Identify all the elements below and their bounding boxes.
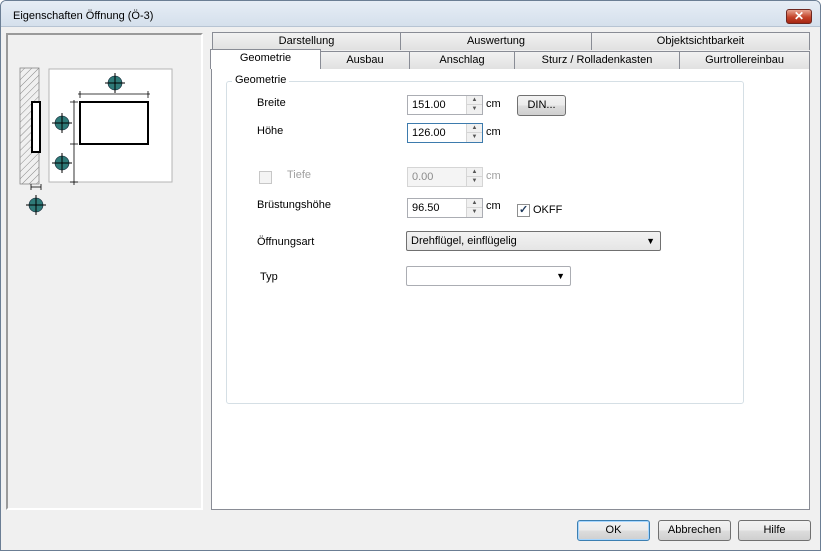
tab-auswertung[interactable]: Auswertung <box>400 32 592 50</box>
abbrechen-button[interactable]: Abbrechen <box>658 520 731 541</box>
spin-down-icon[interactable]: ▼ <box>467 105 482 114</box>
oeffnungsart-value[interactable]: Drehflügel, einflügelig <box>411 235 517 247</box>
window-title: Eigenschaften Öffnung (Ö-3) <box>13 10 154 22</box>
spin-up-icon[interactable]: ▲ <box>467 96 482 105</box>
bruestungshoehe-spinbox[interactable]: 96.50 ▲ ▼ <box>407 198 483 218</box>
okff-checkbox[interactable]: ✓ <box>517 204 530 217</box>
close-icon: ✕ <box>793 9 805 23</box>
tab-anschlag[interactable]: Anschlag <box>409 51 515 69</box>
hilfe-button[interactable]: Hilfe <box>738 520 811 541</box>
spin-up-icon[interactable]: ▲ <box>467 124 482 133</box>
close-button[interactable]: ✕ <box>786 9 812 24</box>
tab-objektsichtbarkeit[interactable]: Objektsichtbarkeit <box>591 32 810 50</box>
geometrie-group-title: Geometrie <box>232 74 290 86</box>
breite-label: Breite <box>257 97 286 109</box>
hoehe-spinbox[interactable]: 126.00 ▲ ▼ <box>407 123 483 143</box>
okff-label: OKFF <box>533 204 563 216</box>
wall-opening <box>31 101 41 153</box>
title-bar: Eigenschaften Öffnung (Ö-3) ✕ <box>1 1 820 27</box>
tab-geometrie[interactable]: Geometrie <box>210 49 321 69</box>
chevron-down-icon[interactable]: ▼ <box>556 271 565 281</box>
ok-button[interactable]: OK <box>577 520 650 541</box>
spin-up-icon[interactable]: ▲ <box>467 168 482 177</box>
hoehe-unit: cm <box>486 126 501 138</box>
spin-up-icon[interactable]: ▲ <box>467 199 482 208</box>
hoehe-label: Höhe <box>257 125 284 137</box>
spin-down-icon[interactable]: ▼ <box>467 208 482 217</box>
depth-reference-icon <box>25 194 47 216</box>
tab-gurtrollereinbau[interactable]: Gurtrollereinbau <box>679 51 810 69</box>
bruestungshoehe-unit: cm <box>486 200 501 212</box>
window-outline <box>79 101 149 145</box>
tiefe-spinbox[interactable]: 0.00 ▲ ▼ <box>407 167 483 187</box>
opening-preview-drawing <box>19 67 173 216</box>
hoehe-spin-arrows[interactable]: ▲ ▼ <box>466 124 482 142</box>
opening-preview-panel <box>6 33 203 510</box>
tiefe-unit: cm <box>486 170 501 182</box>
tiefe-spin-arrows[interactable]: ▲ ▼ <box>466 168 482 186</box>
tiefe-value[interactable]: 0.00 <box>412 171 433 183</box>
bruestungshoehe-label: Brüstungshöhe <box>257 199 331 211</box>
dialog-window: Eigenschaften Öffnung (Ö-3) ✕ Darstellun… <box>0 0 821 551</box>
breite-unit: cm <box>486 98 501 110</box>
bruestungshoehe-spin-arrows[interactable]: ▲ ▼ <box>466 199 482 217</box>
spin-down-icon[interactable]: ▼ <box>467 177 482 186</box>
chevron-down-icon[interactable]: ▼ <box>646 236 655 246</box>
checkmark-icon: ✓ <box>519 204 529 216</box>
spin-down-icon[interactable]: ▼ <box>467 133 482 142</box>
tab-darstellung[interactable]: Darstellung <box>212 32 401 50</box>
breite-spin-arrows[interactable]: ▲ ▼ <box>466 96 482 114</box>
oeffnungsart-dropdown[interactable]: Drehflügel, einflügelig ▼ <box>406 231 661 251</box>
tab-ausbau[interactable]: Ausbau <box>320 51 410 69</box>
hoehe-value[interactable]: 126.00 <box>412 127 446 139</box>
tiefe-checkbox[interactable] <box>259 171 272 184</box>
typ-dropdown[interactable]: ▼ <box>406 266 571 286</box>
tiefe-label: Tiefe <box>287 169 312 181</box>
din-button[interactable]: DIN... <box>517 95 566 116</box>
breite-spinbox[interactable]: 151.00 ▲ ▼ <box>407 95 483 115</box>
tab-sturz-rolladenkasten[interactable]: Sturz / Rolladenkasten <box>514 51 680 69</box>
bruestungshoehe-value[interactable]: 96.50 <box>412 202 440 214</box>
typ-label: Typ <box>260 271 278 283</box>
oeffnungsart-label: Öffnungsart <box>257 236 315 248</box>
breite-value[interactable]: 151.00 <box>412 99 446 111</box>
